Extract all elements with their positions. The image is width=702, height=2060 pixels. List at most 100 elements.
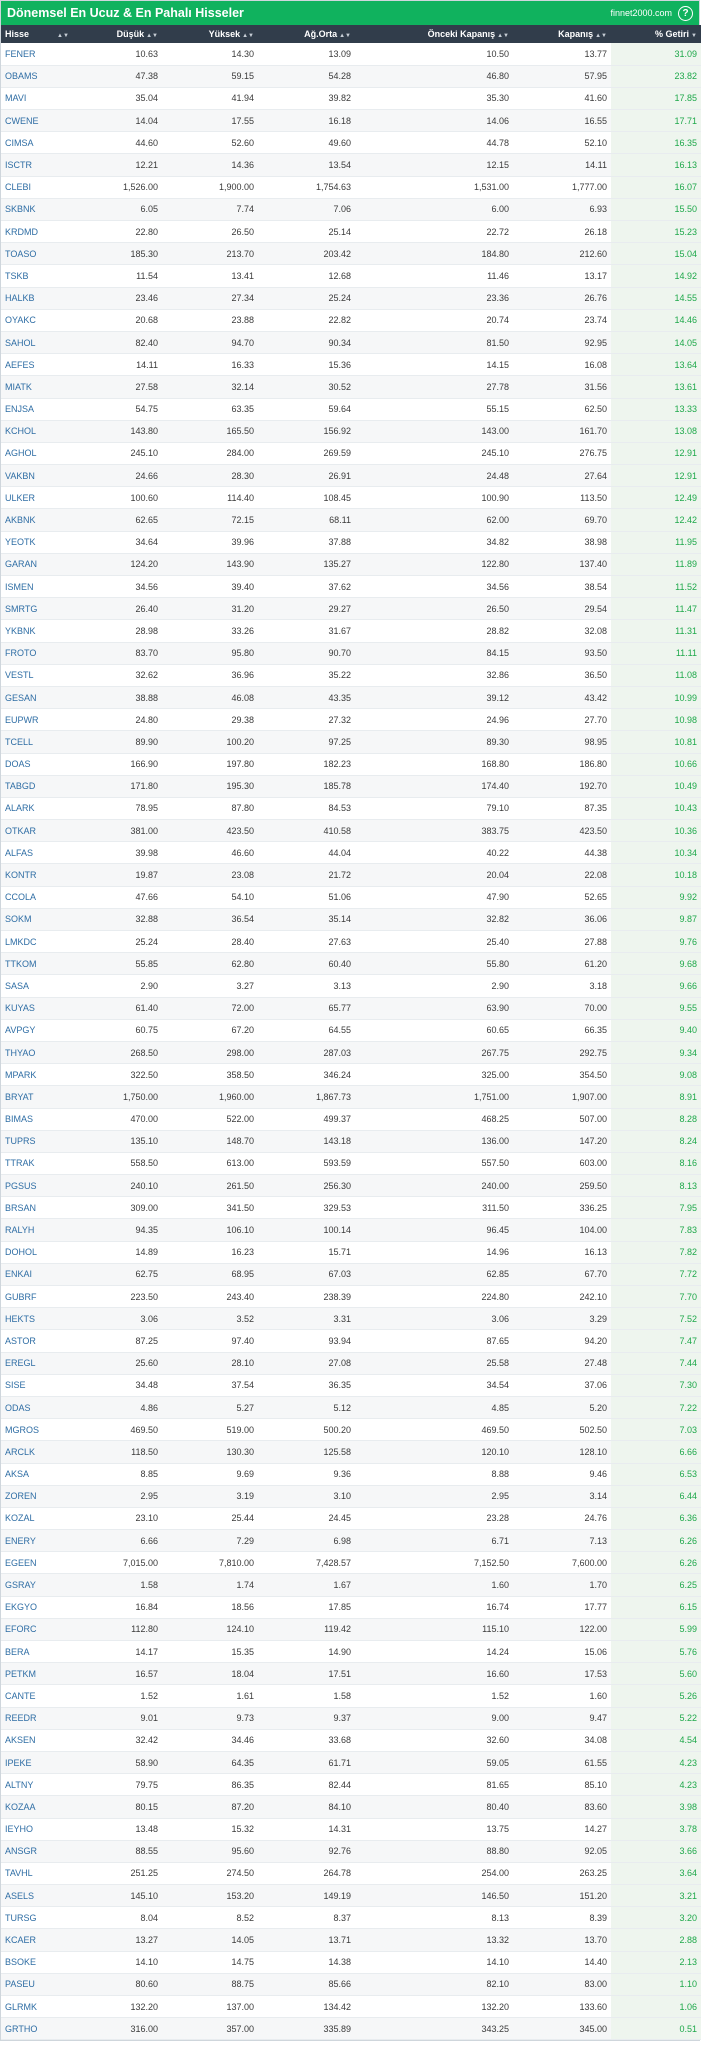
symbol-cell[interactable]: AKSA: [1, 1463, 76, 1486]
symbol-cell[interactable]: PETKM: [1, 1662, 76, 1686]
symbol-cell[interactable]: SKBNK: [1, 198, 76, 222]
symbol-cell[interactable]: ALTNY: [1, 1773, 76, 1797]
symbol-cell[interactable]: PASEU: [1, 1973, 76, 1997]
table-row[interactable]: DOHOL 14.89 16.23 15.71 14.96 16.13 7.82: [1, 1241, 701, 1264]
table-row[interactable]: GESAN 38.88 46.08 43.35 39.12 43.42 10.99: [1, 686, 701, 710]
symbol-cell[interactable]: AKBNK: [1, 508, 76, 532]
symbol-cell[interactable]: IPEKE: [1, 1751, 76, 1775]
symbol-cell[interactable]: EUPWR: [1, 708, 76, 732]
symbol-cell[interactable]: ENKAI: [1, 1263, 76, 1287]
symbol-cell[interactable]: TUPRS: [1, 1130, 76, 1153]
table-row[interactable]: KUYAS 61.40 72.00 65.77 63.90 70.00 9.55: [1, 997, 701, 1020]
symbol-cell[interactable]: VESTL: [1, 664, 76, 687]
sort-icon[interactable]: ▲▼: [339, 33, 351, 39]
symbol-cell[interactable]: CCOLA: [1, 886, 76, 909]
symbol-cell[interactable]: OTKAR: [1, 819, 76, 843]
symbol-cell[interactable]: FROTO: [1, 642, 76, 665]
symbol-cell[interactable]: CANTE: [1, 1684, 76, 1708]
table-row[interactable]: ALFAS 39.98 46.60 44.04 40.22 44.38 10.34: [1, 841, 701, 865]
symbol-cell[interactable]: BRYAT: [1, 1085, 76, 1109]
table-row[interactable]: YEOTK 34.64 39.96 37.88 34.82 38.98 11.95: [1, 531, 701, 554]
symbol-cell[interactable]: REEDR: [1, 1707, 76, 1730]
symbol-cell[interactable]: TOASO: [1, 242, 76, 266]
symbol-cell[interactable]: ODAS: [1, 1396, 76, 1420]
table-row[interactable]: AGHOL 245.10 284.00 269.59 245.10 276.75 12.91: [1, 442, 701, 466]
symbol-cell[interactable]: ASELS: [1, 1884, 76, 1908]
symbol-cell[interactable]: BERA: [1, 1640, 76, 1664]
symbol-cell[interactable]: GLRMK: [1, 1995, 76, 2019]
table-row[interactable]: AKSA 8.85 9.69 9.36 8.88 9.46 6.53: [1, 1463, 701, 1486]
table-row[interactable]: RALYH 94.35 106.10 100.14 96.45 104.00 7.83: [1, 1218, 701, 1242]
table-row[interactable]: KCHOL 143.80 165.50 156.92 143.00 161.70 13.08: [1, 420, 701, 443]
table-row[interactable]: SKBNK 6.05 7.74 7.06 6.00 6.93 15.50: [1, 198, 701, 222]
symbol-cell[interactable]: ARCLK: [1, 1440, 76, 1464]
symbol-cell[interactable]: GESAN: [1, 686, 76, 710]
table-row[interactable]: TTRAK 558.50 613.00 593.59 557.50 603.00 8.16: [1, 1152, 701, 1176]
symbol-cell[interactable]: YEOTK: [1, 531, 76, 554]
table-row[interactable]: KRDMD 22.80 26.50 25.14 22.72 26.18 15.23: [1, 220, 701, 244]
table-row[interactable]: ANSGR 88.55 95.60 92.76 88.80 92.05 3.66: [1, 1840, 701, 1863]
symbol-cell[interactable]: SISE: [1, 1374, 76, 1397]
col-header-getiri[interactable]: % Getiri ▼: [611, 25, 701, 43]
symbol-cell[interactable]: GARAN: [1, 553, 76, 577]
symbol-cell[interactable]: MPARK: [1, 1063, 76, 1087]
table-row[interactable]: ASTOR 87.25 97.40 93.94 87.65 94.20 7.47: [1, 1329, 701, 1353]
table-row[interactable]: ASELS 145.10 153.20 149.19 146.50 151.20 3.21: [1, 1884, 701, 1908]
table-row[interactable]: SASA 2.90 3.27 3.13 2.90 3.18 9.66: [1, 974, 701, 998]
help-icon[interactable]: ?: [678, 5, 693, 21]
symbol-cell[interactable]: ENJSA: [1, 398, 76, 421]
table-row[interactable]: AKSEN 32.42 34.46 33.68 32.60 34.08 4.54: [1, 1729, 701, 1752]
table-row[interactable]: AVPGY 60.75 67.20 64.55 60.65 66.35 9.40: [1, 1019, 701, 1042]
table-row[interactable]: ODAS 4.86 5.27 5.12 4.85 5.20 7.22: [1, 1396, 701, 1420]
table-row[interactable]: ENJSA 54.75 63.35 59.64 55.15 62.50 13.33: [1, 398, 701, 421]
table-row[interactable]: EGEEN 7,015.00 7,810.00 7,428.57 7,152.50 7,6…: [1, 1551, 701, 1575]
table-row[interactable]: EKGYO 16.84 18.56 17.85 16.74 17.77 6.15: [1, 1596, 701, 1619]
symbol-cell[interactable]: ASTOR: [1, 1329, 76, 1353]
col-header-kapanis[interactable]: Kapanış ▲▼: [513, 25, 611, 43]
table-row[interactable]: BSOKE 14.10 14.75 14.38 14.10 14.40 2.13: [1, 1951, 701, 1974]
sort-icon[interactable]: ▲▼: [242, 33, 254, 39]
table-row[interactable]: SAHOL 82.40 94.70 90.34 81.50 92.95 14.05: [1, 331, 701, 355]
symbol-cell[interactable]: VAKBN: [1, 464, 76, 488]
symbol-cell[interactable]: AVPGY: [1, 1019, 76, 1042]
symbol-cell[interactable]: YKBNK: [1, 619, 76, 643]
symbol-cell[interactable]: SOKM: [1, 908, 76, 932]
symbol-cell[interactable]: TURSG: [1, 1906, 76, 1930]
table-row[interactable]: HALKB 23.46 27.34 25.24 23.36 26.76 14.55: [1, 287, 701, 310]
table-row[interactable]: SOKM 32.88 36.54 35.14 32.82 36.06 9.87: [1, 908, 701, 932]
symbol-cell[interactable]: ISMEN: [1, 575, 76, 599]
col-header-hisse[interactable]: Hisse ▲▼: [1, 25, 76, 43]
symbol-cell[interactable]: HALKB: [1, 287, 76, 310]
symbol-cell[interactable]: ENERY: [1, 1529, 76, 1553]
table-row[interactable]: MGROS 469.50 519.00 500.20 469.50 502.50 7.03: [1, 1418, 701, 1442]
table-row[interactable]: AEFES 14.11 16.33 15.36 14.15 16.08 13.64: [1, 353, 701, 377]
symbol-cell[interactable]: KONTR: [1, 863, 76, 887]
table-row[interactable]: THYAO 268.50 298.00 287.03 267.75 292.75 9.34: [1, 1041, 701, 1065]
symbol-cell[interactable]: AKSEN: [1, 1729, 76, 1752]
table-row[interactable]: MPARK 322.50 358.50 346.24 325.00 354.50 9.08: [1, 1063, 701, 1087]
symbol-cell[interactable]: MIATK: [1, 375, 76, 399]
table-row[interactable]: PASEU 80.60 88.75 85.66 82.10 83.00 1.10: [1, 1973, 701, 1997]
table-row[interactable]: BRSAN 309.00 341.50 329.53 311.50 336.25 7.95: [1, 1196, 701, 1220]
symbol-cell[interactable]: KRDMD: [1, 220, 76, 244]
symbol-cell[interactable]: EREGL: [1, 1352, 76, 1375]
symbol-cell[interactable]: CWENE: [1, 109, 76, 133]
table-row[interactable]: ISCTR 12.21 14.36 13.54 12.15 14.11 16.13: [1, 153, 701, 177]
col-header-ag-orta[interactable]: Ağ.Orta ▲▼: [258, 25, 355, 43]
table-row[interactable]: TURSG 8.04 8.52 8.37 8.13 8.39 3.20: [1, 1906, 701, 1930]
table-row[interactable]: GARAN 124.20 143.90 135.27 122.80 137.40 11.89: [1, 553, 701, 577]
symbol-cell[interactable]: TTKOM: [1, 952, 76, 976]
symbol-cell[interactable]: ANSGR: [1, 1840, 76, 1863]
table-row[interactable]: BIMAS 470.00 522.00 499.37 468.25 507.00 8.28: [1, 1108, 701, 1131]
symbol-cell[interactable]: DOAS: [1, 753, 76, 776]
table-row[interactable]: ENKAI 62.75 68.95 67.03 62.85 67.70 7.72: [1, 1263, 701, 1287]
table-row[interactable]: VAKBN 24.66 28.30 26.91 24.48 27.64 12.91: [1, 464, 701, 488]
symbol-cell[interactable]: GRTHO: [1, 2017, 76, 2041]
table-row[interactable]: CWENE 14.04 17.55 16.18 14.06 16.55 17.71: [1, 109, 701, 133]
symbol-cell[interactable]: SMRTG: [1, 597, 76, 621]
symbol-cell[interactable]: MGROS: [1, 1418, 76, 1442]
table-row[interactable]: TCELL 89.90 100.20 97.25 89.30 98.95 10.81: [1, 730, 701, 754]
table-row[interactable]: FROTO 83.70 95.80 90.70 84.15 93.50 11.11: [1, 642, 701, 665]
symbol-cell[interactable]: ZOREN: [1, 1485, 76, 1508]
symbol-cell[interactable]: OBAMS: [1, 65, 76, 88]
